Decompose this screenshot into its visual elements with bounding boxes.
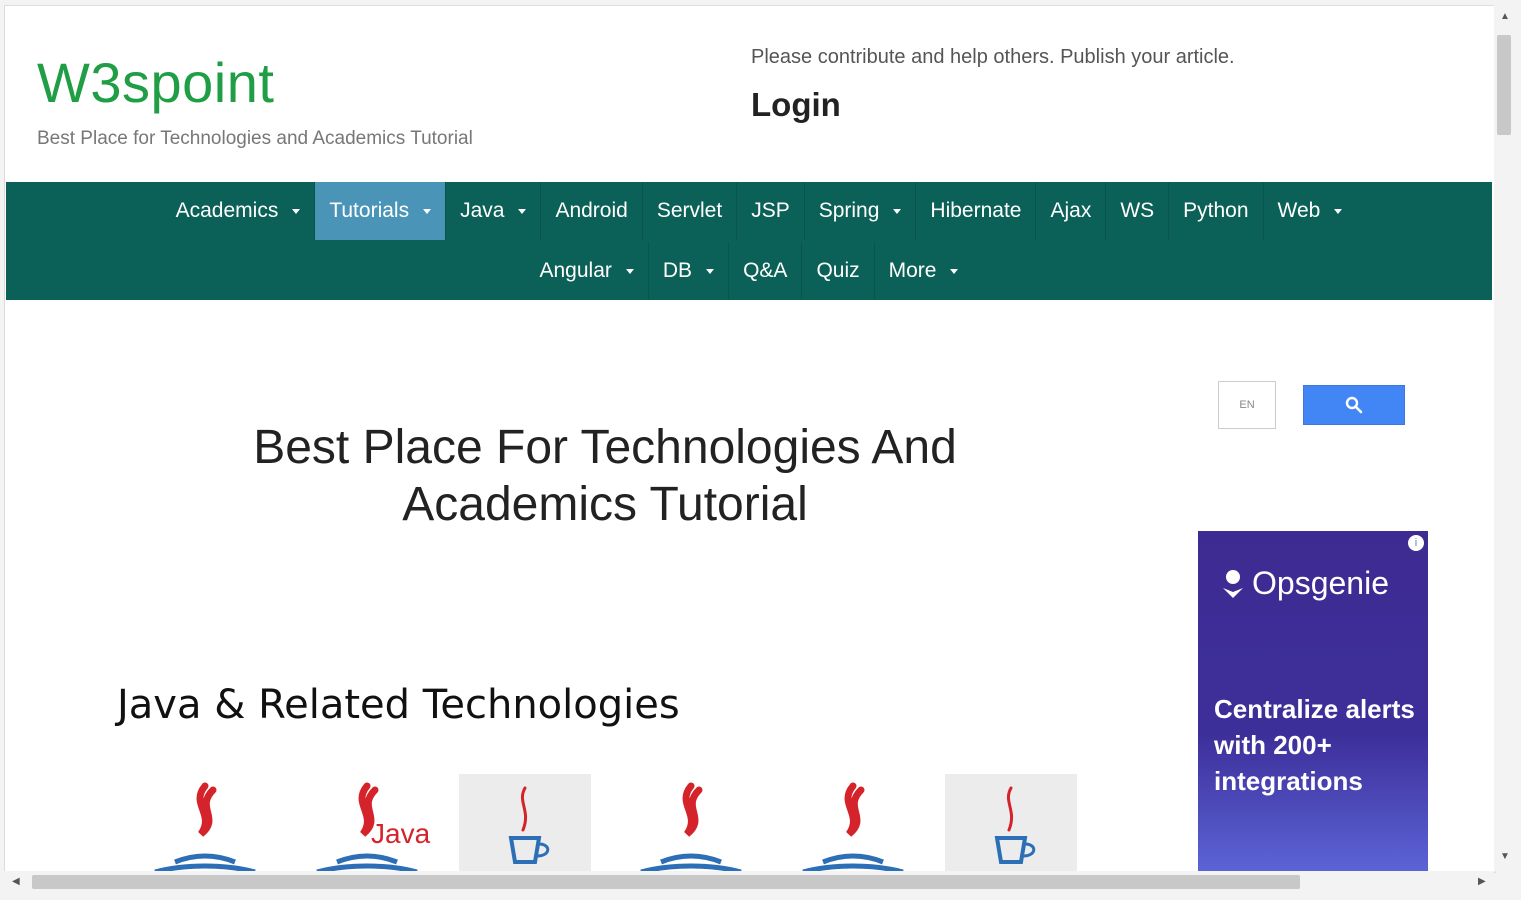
technology-thumbnail[interactable] xyxy=(783,774,915,872)
nav-item-ajax[interactable]: Ajax xyxy=(1036,182,1107,240)
vertical-scrollbar[interactable]: ▲ ▼ xyxy=(1494,5,1516,871)
technology-thumbnail[interactable] xyxy=(135,774,267,872)
search-button[interactable] xyxy=(1303,385,1405,425)
java-logo-icon xyxy=(945,774,1077,872)
horizontal-scrollbar[interactable]: ◀ ▶ xyxy=(4,871,1494,893)
nav-item-python[interactable]: Python xyxy=(1169,182,1264,240)
nav-item-label: Servlet xyxy=(656,199,723,222)
technology-thumbnail[interactable] xyxy=(621,774,753,872)
technology-thumbnail[interactable] xyxy=(945,774,1077,872)
nav-item-academics[interactable]: Academics xyxy=(162,182,316,240)
nav-item-qanda[interactable]: Q&A xyxy=(729,242,803,300)
nav-item-label: Tutorials xyxy=(329,199,410,222)
login-link[interactable]: Login xyxy=(751,86,841,124)
thumbnail-label: Java xyxy=(371,818,431,849)
scroll-up-arrow-icon[interactable]: ▲ xyxy=(1500,11,1510,22)
hero-line-1: Best Place For Technologies And xyxy=(253,421,957,474)
scroll-right-arrow-icon[interactable]: ▶ xyxy=(1478,876,1486,887)
nav-item-label: JSP xyxy=(751,199,790,222)
nav-item-hibernate[interactable]: Hibernate xyxy=(916,182,1037,240)
contribute-text: Please contribute and help others. Publi… xyxy=(751,46,1235,68)
ad-brand-name: Opsgenie xyxy=(1252,565,1389,601)
nav-item-label: More xyxy=(888,259,937,282)
caret-down-icon xyxy=(1334,208,1343,214)
nav-item-label: Python xyxy=(1183,199,1249,222)
nav-item-spring[interactable]: Spring xyxy=(805,182,917,240)
scroll-down-arrow-icon[interactable]: ▼ xyxy=(1500,851,1510,862)
ad-brand: Opsgenie xyxy=(1220,565,1389,602)
vertical-scroll-thumb[interactable] xyxy=(1497,35,1511,135)
site-logo[interactable]: W3spoint xyxy=(37,50,274,115)
nav-row-1: Academics Tutorials Java Android Servlet JSP S… xyxy=(6,182,1492,240)
nav-item-db[interactable]: DB xyxy=(649,242,730,300)
nav-item-android[interactable]: Android xyxy=(541,182,643,240)
java-logo-icon xyxy=(459,774,591,872)
nav-item-label: Spring xyxy=(818,199,880,222)
technology-thumbnail[interactable]: Java xyxy=(297,774,431,872)
site-tagline: Best Place for Technologies and Academic… xyxy=(37,128,473,149)
caret-down-icon xyxy=(518,208,527,214)
technology-thumbnail[interactable] xyxy=(459,774,591,872)
language-label: EN xyxy=(1239,399,1255,411)
nav-item-label: Quiz xyxy=(816,259,860,282)
nav-item-tutorials[interactable]: Tutorials xyxy=(315,182,447,240)
caret-down-icon xyxy=(893,208,902,214)
nav-item-servlet[interactable]: Servlet xyxy=(643,182,738,240)
nav-item-label: Java xyxy=(460,199,505,222)
caret-down-icon xyxy=(706,268,715,274)
nav-item-jsp[interactable]: JSP xyxy=(737,182,805,240)
nav-item-label: WS xyxy=(1120,199,1155,222)
nav-item-more[interactable]: More xyxy=(875,242,973,300)
browser-viewport: W3spoint Best Place for Technologies and… xyxy=(4,5,1496,873)
scroll-left-arrow-icon[interactable]: ◀ xyxy=(12,876,20,887)
nav-item-label: Android xyxy=(555,199,628,222)
nav-item-label: Q&A xyxy=(743,259,788,282)
opsgenie-logo-icon xyxy=(1223,569,1243,598)
hero-heading: Best Place For Technologies And Academic… xyxy=(155,419,1055,533)
nav-item-java[interactable]: Java xyxy=(446,182,542,240)
nav-row-2: Angular DB Q&A Quiz More xyxy=(6,242,1492,300)
language-selector[interactable]: EN xyxy=(1218,381,1276,429)
caret-down-icon xyxy=(292,208,301,214)
caret-down-icon xyxy=(423,208,432,214)
nav-item-ws[interactable]: WS xyxy=(1106,182,1170,240)
info-icon[interactable]: i xyxy=(1408,535,1424,551)
nav-item-label: DB xyxy=(662,259,693,282)
hero-line-2: Academics Tutorial xyxy=(402,478,808,531)
nav-item-label: Hibernate xyxy=(930,199,1022,222)
nav-item-quiz[interactable]: Quiz xyxy=(802,242,875,300)
caret-down-icon xyxy=(950,268,959,274)
main-nav: Academics Tutorials Java Android Servlet JSP S… xyxy=(6,182,1492,300)
section-title: Java & Related Technologies xyxy=(117,682,680,728)
nav-item-label: Academics xyxy=(175,199,279,222)
nav-item-label: Angular xyxy=(539,259,612,282)
nav-item-label: Web xyxy=(1277,199,1321,222)
nav-item-label: Ajax xyxy=(1050,199,1092,222)
horizontal-scroll-thumb[interactable] xyxy=(32,875,1300,889)
java-logo-icon xyxy=(135,774,267,872)
java-logo-icon xyxy=(783,774,915,872)
java-logo-icon xyxy=(621,774,753,872)
advertisement[interactable]: i Opsgenie Centralize alerts with 200+ i… xyxy=(1198,531,1428,871)
search-icon xyxy=(1345,396,1363,414)
ad-text: Centralize alerts with 200+ integrations xyxy=(1214,694,1415,796)
caret-down-icon xyxy=(625,268,634,274)
nav-item-angular[interactable]: Angular xyxy=(526,242,649,300)
nav-item-web[interactable]: Web xyxy=(1264,182,1357,240)
